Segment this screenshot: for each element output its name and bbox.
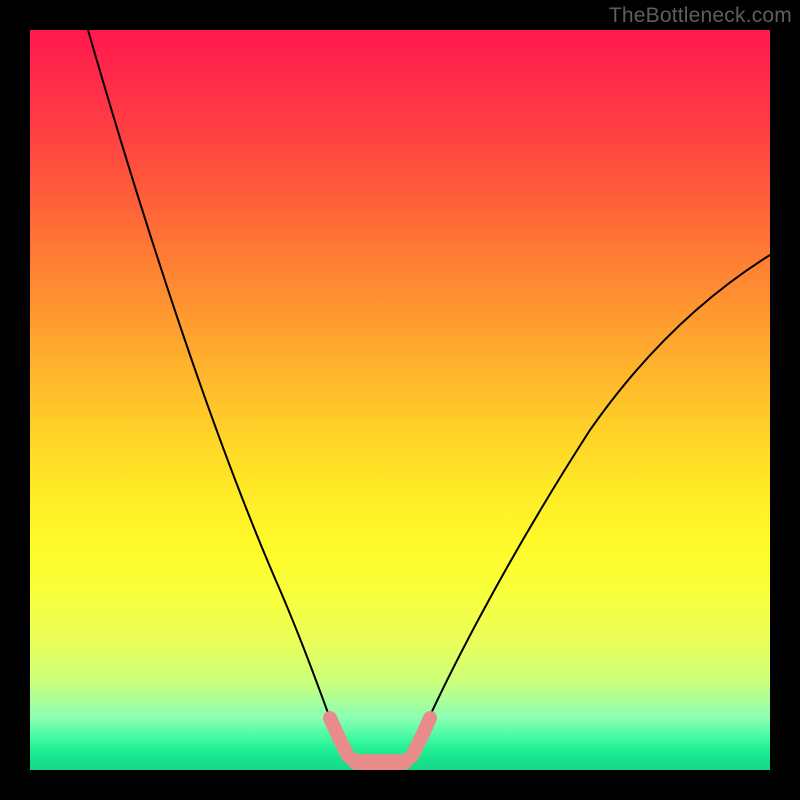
attribution-text: TheBottleneck.com [609, 4, 792, 28]
curve-layer [30, 30, 770, 770]
plot-area [30, 30, 770, 770]
chart-frame: TheBottleneck.com [0, 0, 800, 800]
curve-left-branch [88, 30, 344, 756]
highlight-right-rise [404, 718, 430, 762]
curve-right-branch [412, 255, 770, 756]
